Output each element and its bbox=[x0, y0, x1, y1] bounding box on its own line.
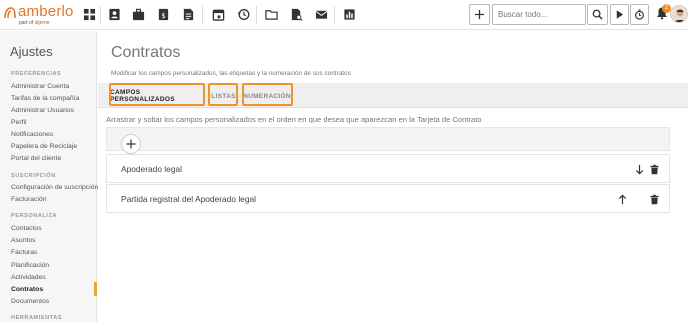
nav-separator bbox=[334, 6, 335, 24]
amberlo-logo-icon bbox=[4, 7, 16, 19]
dashboard-icon[interactable] bbox=[82, 7, 96, 21]
billing-icon[interactable]: $ bbox=[156, 7, 170, 21]
sidebar-item-documentos[interactable]: Documentos bbox=[11, 298, 49, 305]
custom-field-row[interactable]: Partida registral del Apoderado legal bbox=[106, 184, 670, 213]
add-field-bar bbox=[106, 127, 670, 151]
sidebar-item-administrar-cuenta[interactable]: Administrar Cuenta bbox=[11, 83, 69, 90]
trash-icon[interactable] bbox=[648, 193, 660, 205]
matters-icon[interactable] bbox=[131, 7, 145, 21]
sidebar-item-asuntos[interactable]: Asuntos bbox=[11, 237, 36, 244]
sidebar-item-configuracion-suscripcion[interactable]: Configuración de suscripción bbox=[11, 184, 98, 191]
sidebar-item-contactos[interactable]: Contactos bbox=[11, 225, 42, 232]
sidebar-title: Ajustes bbox=[10, 44, 53, 59]
sidebar-active-indicator bbox=[94, 282, 97, 296]
search-icon bbox=[592, 9, 603, 20]
page-title: Contratos bbox=[111, 44, 181, 61]
avatar[interactable] bbox=[670, 5, 688, 23]
global-search-input[interactable] bbox=[492, 4, 586, 25]
stopwatch-button[interactable] bbox=[630, 4, 649, 25]
trash-icon[interactable] bbox=[648, 163, 660, 175]
arrow-up-icon[interactable] bbox=[616, 193, 628, 205]
mail-icon[interactable] bbox=[314, 7, 328, 21]
sidebar-item-perfil[interactable]: Perfil bbox=[11, 119, 27, 126]
sidebar-section-heading: PREFERENCIAS bbox=[11, 71, 62, 77]
custom-field-row[interactable]: Apoderado legal bbox=[106, 154, 670, 183]
sidebar-item-actividades[interactable]: Actividades bbox=[11, 274, 46, 281]
tab-bar: CAMPOS PERSONALIZADOS LISTAS NUMERACIÓN bbox=[98, 83, 688, 108]
play-timer-button[interactable] bbox=[610, 4, 629, 25]
add-new-button[interactable] bbox=[469, 4, 490, 25]
sidebar-item-notificaciones[interactable]: Notificaciones bbox=[11, 131, 53, 138]
tab-numeracion[interactable]: NUMERACIÓN bbox=[243, 85, 291, 107]
drag-instruction: Arrastrar y soltar los campos personaliz… bbox=[106, 115, 482, 124]
folder-icon[interactable] bbox=[264, 7, 278, 21]
tab-listas[interactable]: LISTAS bbox=[210, 85, 237, 107]
search-button[interactable] bbox=[587, 4, 608, 25]
page-subtitle: Modificar los campos personalizados, las… bbox=[111, 70, 351, 77]
sidebar-item-portal-cliente[interactable]: Portal del cliente bbox=[11, 155, 61, 162]
top-bar: amberlo part of stjerne $ Buscar todo...… bbox=[0, 0, 688, 30]
calendar-icon[interactable] bbox=[211, 7, 225, 21]
sidebar-item-facturas[interactable]: Facturas bbox=[11, 249, 37, 256]
sidebar-item-facturacion[interactable]: Facturación bbox=[11, 196, 47, 203]
settings-sidebar: Ajustes PREFERENCIAS Administrar Cuenta … bbox=[0, 31, 98, 322]
sidebar-item-administrar-usuarios[interactable]: Administrar Usuarios bbox=[11, 107, 74, 114]
sidebar-item-planificacion[interactable]: Planificación bbox=[11, 262, 49, 269]
plus-icon bbox=[474, 9, 485, 20]
nav-separator bbox=[256, 6, 257, 24]
main-content: Contratos Modificar los campos personali… bbox=[98, 31, 688, 322]
stopwatch-icon bbox=[635, 9, 644, 20]
brand-name: amberlo bbox=[18, 3, 74, 20]
sidebar-item-papelera[interactable]: Papelera de Reciclaje bbox=[11, 143, 77, 150]
brand-sub-brand: stjerne bbox=[34, 20, 50, 26]
sidebar-section-heading: HERRAMIENTAS bbox=[11, 315, 63, 321]
custom-field-name: Apoderado legal bbox=[121, 164, 183, 174]
play-icon bbox=[616, 10, 624, 19]
svg-text:$: $ bbox=[161, 10, 166, 19]
brand-subline: part of stjerne bbox=[19, 20, 50, 26]
contacts-icon[interactable] bbox=[107, 7, 121, 21]
tab-campos-personalizados[interactable]: CAMPOS PERSONALIZADOS bbox=[110, 85, 206, 107]
timer-history-icon[interactable] bbox=[236, 7, 250, 21]
documents-icon[interactable] bbox=[181, 7, 195, 21]
sidebar-section-heading: SUSCRIPCIÓN bbox=[11, 173, 56, 179]
plus-icon bbox=[126, 139, 136, 149]
sidebar-section-heading: PERSONALIZA bbox=[11, 213, 58, 219]
reports-file-icon[interactable] bbox=[289, 7, 303, 21]
brand-sub-prefix: part of bbox=[19, 20, 34, 26]
custom-field-name: Partida registral del Apoderado legal bbox=[121, 194, 257, 204]
nav-separator bbox=[202, 6, 203, 24]
logo[interactable]: amberlo part of stjerne bbox=[3, 3, 81, 27]
arrow-down-icon[interactable] bbox=[633, 163, 645, 175]
nav-separator bbox=[100, 6, 101, 24]
analytics-icon[interactable] bbox=[342, 7, 356, 21]
sidebar-item-contratos[interactable]: Contratos bbox=[11, 286, 43, 293]
sidebar-item-tarifas[interactable]: Tarifas de la compañía bbox=[11, 95, 79, 102]
add-field-button[interactable] bbox=[121, 134, 141, 154]
